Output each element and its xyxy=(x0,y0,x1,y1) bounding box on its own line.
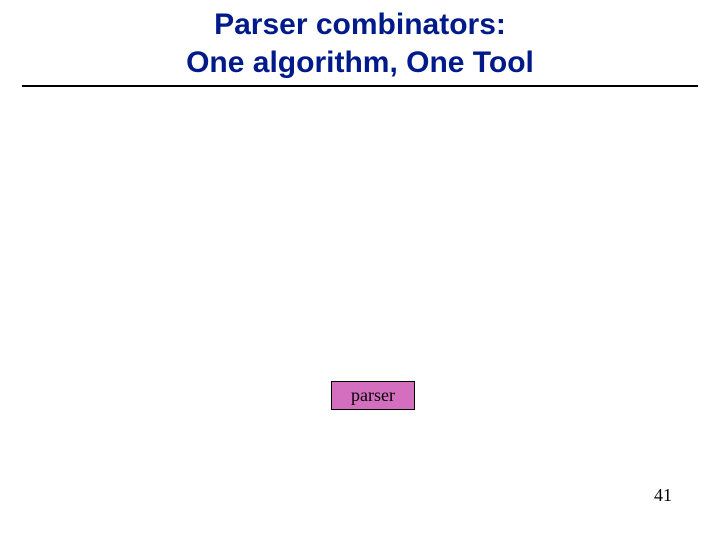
title-line-1: Parser combinators: xyxy=(0,6,720,44)
title-line-2: One algorithm, One Tool xyxy=(0,44,720,82)
title-block: Parser combinators: One algorithm, One T… xyxy=(0,0,720,81)
parser-box: parser xyxy=(331,381,415,410)
page-number: 41 xyxy=(654,485,672,506)
slide: Parser combinators: One algorithm, One T… xyxy=(0,0,720,540)
title-underline xyxy=(22,85,698,87)
parser-box-label: parser xyxy=(351,385,395,406)
